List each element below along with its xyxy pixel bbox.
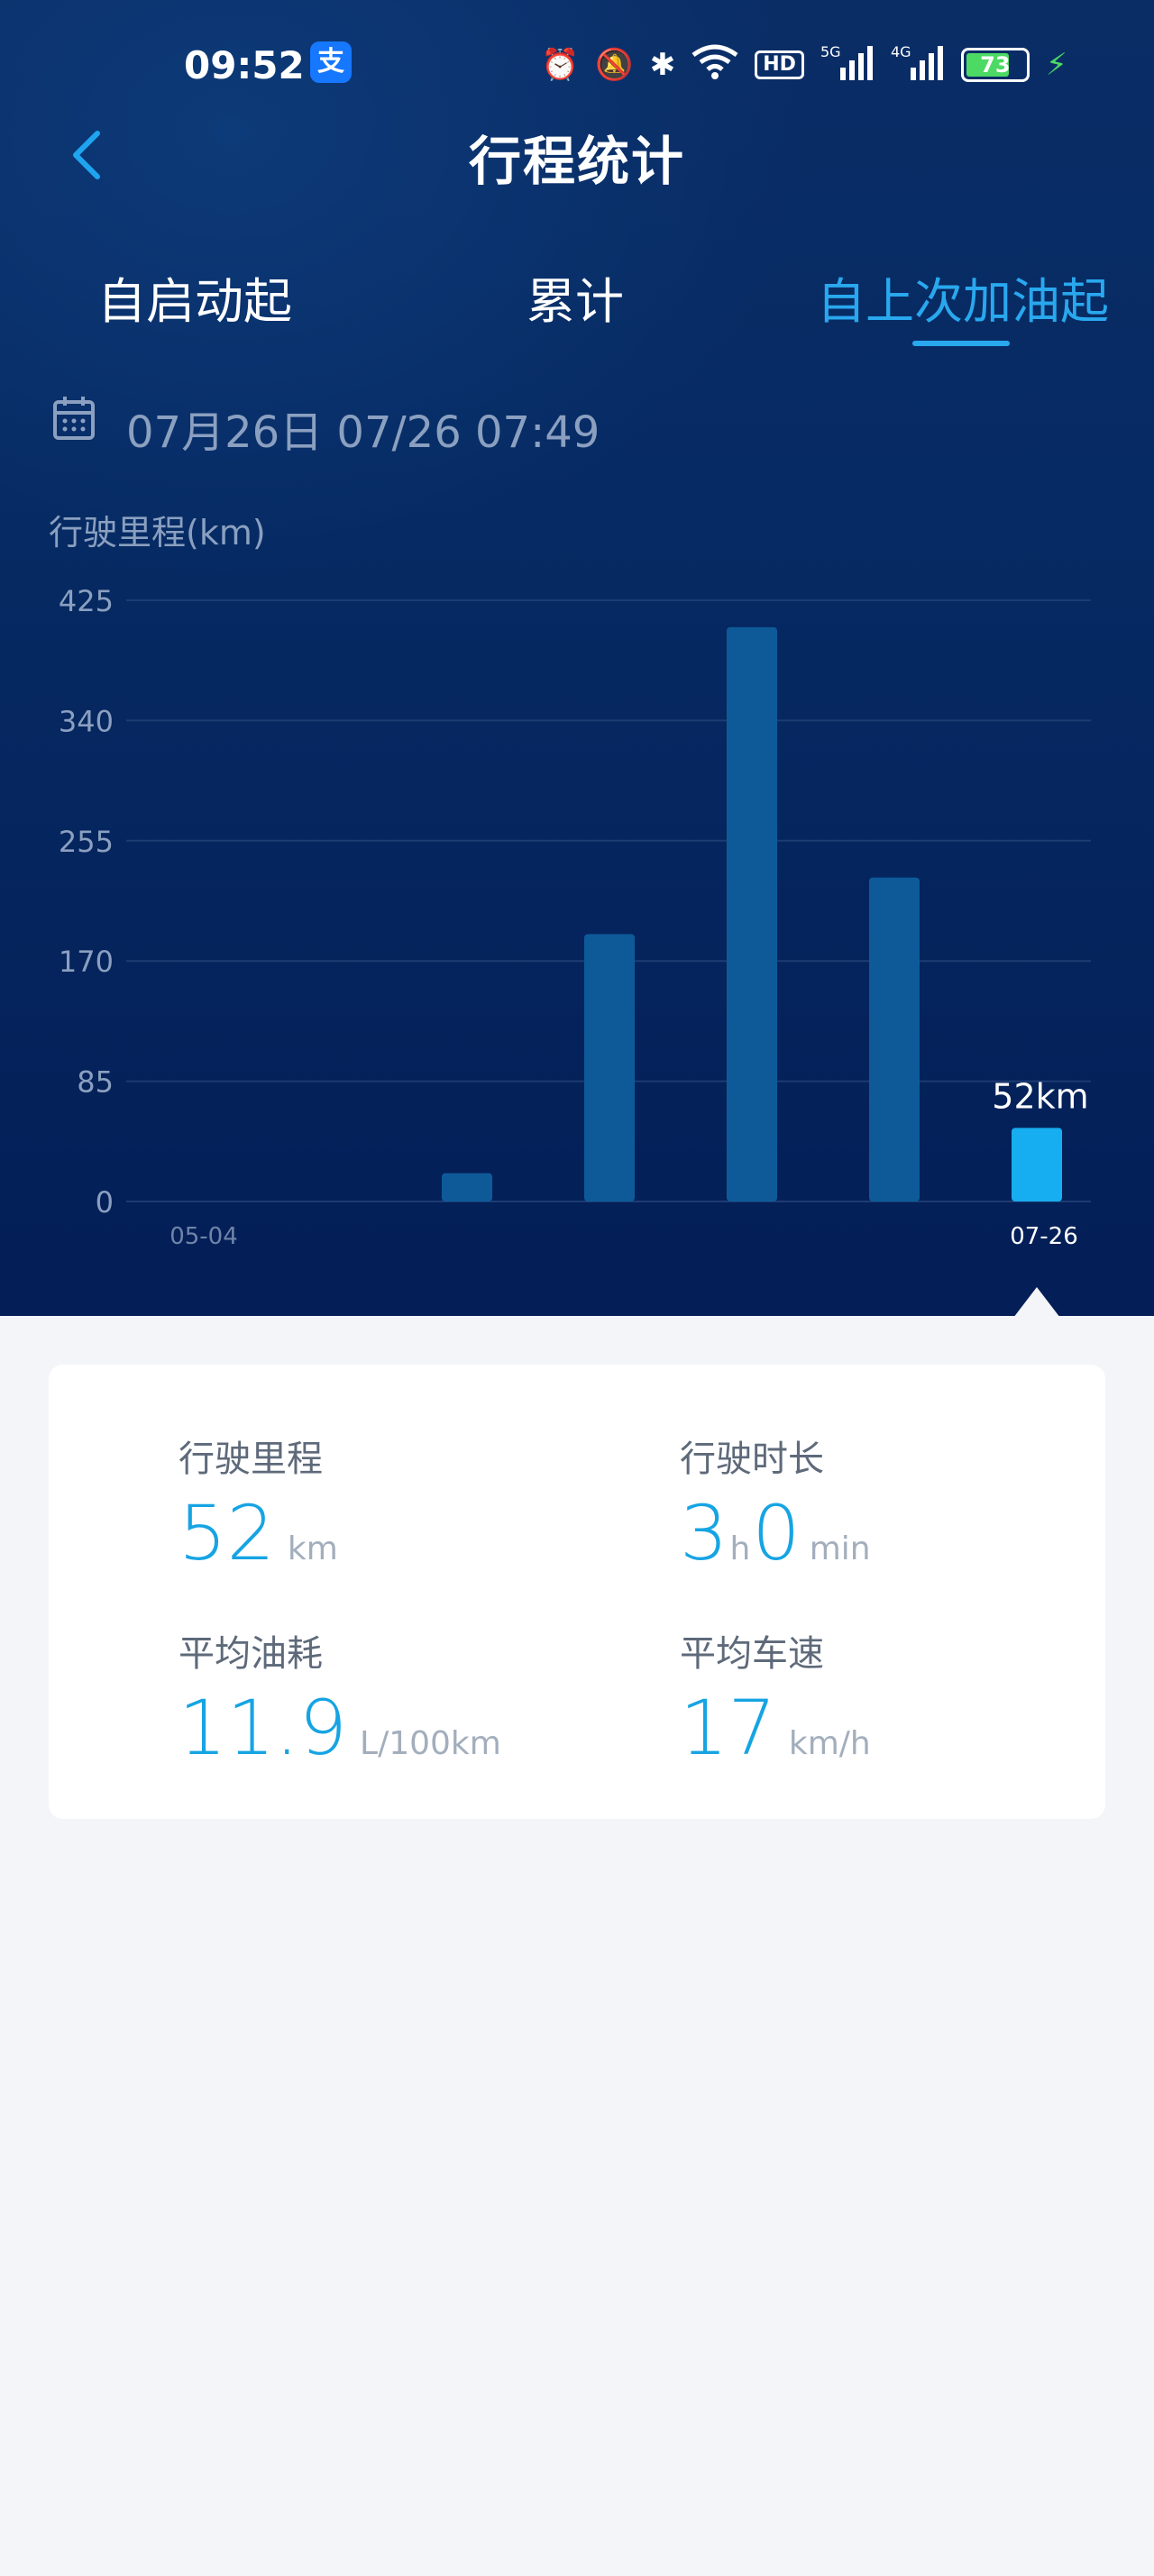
chart-bar-selected	[1012, 1128, 1062, 1201]
chart-y-tick-label: 170	[59, 945, 114, 979]
stat-distance: 行驶里程 52 km	[179, 1430, 338, 1577]
chart-canvas: 0 85 170 255 340 425 52km 05-04 07-26	[59, 584, 1091, 1250]
stat-distance-unit: km	[287, 1530, 338, 1567]
chart-bar	[727, 626, 777, 1201]
date-range-text[interactable]: 07月26日 07/26 07:49	[126, 397, 600, 460]
chart-y-tick-label: 425	[59, 584, 114, 618]
mute-icon: 🔕	[595, 47, 634, 83]
calendar-icon[interactable]	[52, 395, 96, 442]
stat-fuel-value: 11.9	[179, 1684, 348, 1772]
chart-y-axis-label: 行驶里程(km)	[49, 513, 266, 553]
bluetooth-icon: ✱	[649, 47, 676, 83]
chart-y-tick-label: 85	[77, 1065, 114, 1100]
stat-speed-value: 17	[680, 1684, 776, 1772]
stat-fuel-label: 平均油耗	[179, 1633, 323, 1675]
stat-duration: 行驶时长 3h0 min	[680, 1430, 873, 1577]
stat-fuel: 平均油耗 11.9 L/100km	[179, 1624, 501, 1772]
header-panel: 09:52 支 ⏰ 🔕 ✱ HD 5G 4G 73 ⚡ 行程统计 自启动起 累计…	[0, 0, 1154, 1316]
tab-cumulative[interactable]: 累计	[527, 261, 624, 333]
selected-bar-pointer	[1013, 1287, 1060, 1318]
status-icons: ⏰ 🔕 ✱ HD 5G 4G 73 ⚡	[541, 40, 1067, 90]
signal-4g-icon: 4G	[891, 42, 945, 87]
stat-duration-minutes: 0	[752, 1489, 801, 1577]
chart-x-tick-label-selected: 07-26	[1010, 1223, 1078, 1250]
battery-icon: 73	[960, 48, 1030, 82]
charging-icon: ⚡	[1045, 47, 1067, 83]
stat-distance-value: 52	[179, 1489, 275, 1577]
chart-y-tick-label: 340	[59, 704, 114, 738]
mileage-chart: 行驶里程(km) 0 85 170 255 340 425 52km 05-04 07-26	[0, 505, 1154, 1280]
stat-duration-label: 行驶时长	[680, 1439, 824, 1480]
status-bar: 09:52 支 ⏰ 🔕 ✱ HD 5G 4G 73 ⚡	[0, 36, 1154, 99]
stat-distance-label: 行驶里程	[179, 1439, 323, 1480]
tab-active-indicator	[912, 341, 1010, 346]
chart-x-tick-label: 05-04	[169, 1223, 238, 1250]
wifi-icon	[691, 44, 738, 86]
hd-icon: HD	[755, 50, 804, 79]
battery-level: 73	[980, 52, 1011, 78]
alipay-icon: 支	[310, 41, 352, 83]
tab-since-refuel[interactable]: 自上次加油起	[817, 261, 1109, 333]
alarm-icon: ⏰	[541, 47, 580, 83]
stat-duration-hours-unit: h	[729, 1530, 751, 1567]
stat-fuel-unit: L/100km	[360, 1725, 501, 1762]
chart-bar-value-label: 52km	[992, 1076, 1088, 1116]
chart-bar	[442, 1173, 492, 1201]
trip-stats-card: 行驶里程 52 km 行驶时长 3h0 min 平均油耗 11.9 L/100km 平…	[49, 1365, 1105, 1819]
chart-bar	[584, 934, 635, 1201]
signal-5g-icon: 5G	[820, 42, 875, 87]
tab-since-start[interactable]: 自启动起	[97, 261, 292, 333]
page-title: 行程统计	[468, 131, 685, 192]
svg-text:5G: 5G	[820, 43, 841, 60]
chart-bar	[869, 877, 920, 1201]
stat-duration-minutes-unit: min	[809, 1530, 871, 1567]
svg-text:4G: 4G	[891, 43, 911, 60]
chart-y-tick-label: 255	[59, 825, 114, 859]
stat-duration-hours: 3	[680, 1489, 728, 1577]
stat-speed-label: 平均车速	[680, 1633, 824, 1675]
stat-speed: 平均车速 17 km/h	[680, 1624, 871, 1772]
status-time: 09:52	[184, 43, 305, 87]
chart-y-tick-label: 0	[96, 1185, 114, 1219]
stat-speed-unit: km/h	[788, 1725, 871, 1762]
